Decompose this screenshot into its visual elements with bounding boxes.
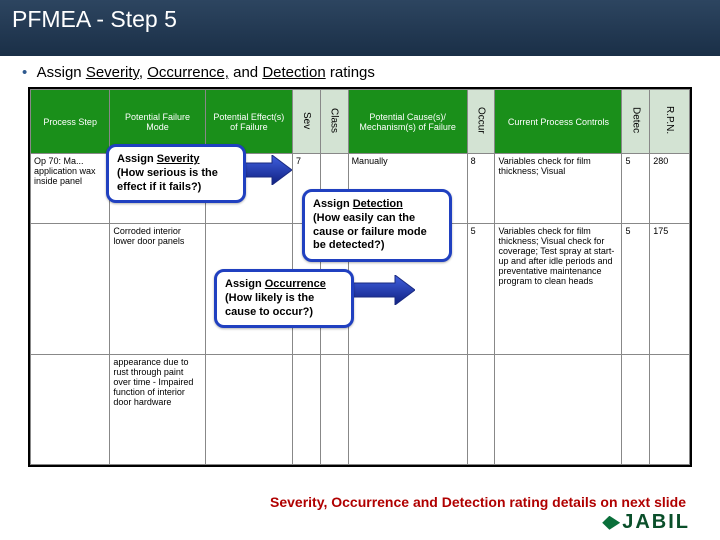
- logo-text: JABIL: [622, 511, 690, 533]
- cell-detec: [622, 354, 650, 464]
- callout-severity-prefix: Assign: [117, 153, 157, 165]
- callout-occurrence-key: Occurrence: [265, 278, 326, 290]
- cell-rpn: 280: [650, 154, 690, 224]
- th-class-label: Class: [329, 108, 340, 133]
- cell-controls: Variables check for film thickness; Visu…: [495, 224, 622, 354]
- bullet-prefix: Assign: [37, 64, 86, 81]
- arrow-severity-icon: [242, 155, 292, 185]
- fmea-table-container: Process Step Potential Failure Mode Pote…: [28, 87, 692, 467]
- callout-detection-key: Detection: [353, 198, 403, 210]
- callout-detection-prefix: Assign: [313, 198, 353, 210]
- callout-detection-desc: (How easily can the cause or failure mod…: [313, 212, 427, 252]
- callout-occurrence: Assign Occurrence (How likely is the cau…: [214, 269, 354, 328]
- cell-occur: 5: [467, 224, 495, 354]
- cell-rpn: [650, 354, 690, 464]
- th-cause: Potential Cause(s)/ Mechanism(s) of Fail…: [348, 90, 467, 154]
- cell-detec: 5: [622, 224, 650, 354]
- th-class: Class: [320, 90, 348, 154]
- callout-occurrence-prefix: Assign: [225, 278, 265, 290]
- cell-occur: 8: [467, 154, 495, 224]
- th-process-step: Process Step: [31, 90, 110, 154]
- th-detec: Detec: [622, 90, 650, 154]
- cell-detec: 5: [622, 154, 650, 224]
- th-rpn: R.P.N.: [650, 90, 690, 154]
- bullet-occ: Occurrence,: [147, 64, 229, 81]
- arrow-occurrence-icon: [350, 275, 415, 305]
- bullet-sep1: ,: [139, 64, 147, 81]
- bullet-det: Detection: [262, 64, 325, 81]
- cell-step: [31, 224, 110, 354]
- callout-occurrence-desc: (How likely is the cause to occur?): [225, 292, 314, 318]
- bullet-sev: Severity: [86, 64, 139, 81]
- bullet-text: Assign Severity, Occurrence, and Detecti…: [37, 64, 375, 81]
- cell-cause: [348, 354, 467, 464]
- th-occur: Occur: [467, 90, 495, 154]
- bullet-sep2: and: [229, 64, 262, 81]
- cell-effect: [205, 354, 292, 464]
- cell-controls: [495, 354, 622, 464]
- table-row: appearance due to rust through paint ove…: [31, 354, 690, 464]
- th-controls: Current Process Controls: [495, 90, 622, 154]
- callout-detection: Assign Detection (How easily can the cau…: [302, 189, 452, 262]
- bullet-dot: •: [22, 64, 27, 81]
- bullet-suffix: ratings: [326, 64, 375, 81]
- cell-mode: Corroded interior lower door panels: [110, 224, 205, 354]
- th-occur-label: Occur: [476, 107, 487, 134]
- cell-controls: Variables check for film thickness; Visu…: [495, 154, 622, 224]
- th-sev-label: Sev: [301, 112, 312, 129]
- logo-shape-icon: [602, 516, 620, 530]
- cell-occur: [467, 354, 495, 464]
- cell-sev: [293, 354, 321, 464]
- th-detec-label: Detec: [630, 107, 641, 133]
- callout-severity: Assign Severity (How serious is the effe…: [106, 144, 246, 203]
- title-band: PFMEA - Step 5: [0, 0, 720, 56]
- callout-severity-key: Severity: [157, 153, 200, 165]
- cell-step: [31, 354, 110, 464]
- cell-mode: appearance due to rust through paint ove…: [110, 354, 205, 464]
- bullet-line: • Assign Severity, Occurrence, and Detec…: [0, 56, 720, 87]
- th-rpn-label: R.P.N.: [664, 106, 675, 134]
- slide-title: PFMEA - Step 5: [12, 6, 177, 33]
- callout-severity-desc: (How serious is the effect if it fails?): [117, 167, 218, 193]
- footer-note: Severity, Occurrence and Detection ratin…: [270, 494, 686, 510]
- cell-class: [320, 354, 348, 464]
- jabil-logo: JABIL: [602, 511, 690, 534]
- cell-step: Op 70: Ma... application wax inside pane…: [31, 154, 110, 224]
- cell-rpn: 175: [650, 224, 690, 354]
- th-sev: Sev: [293, 90, 321, 154]
